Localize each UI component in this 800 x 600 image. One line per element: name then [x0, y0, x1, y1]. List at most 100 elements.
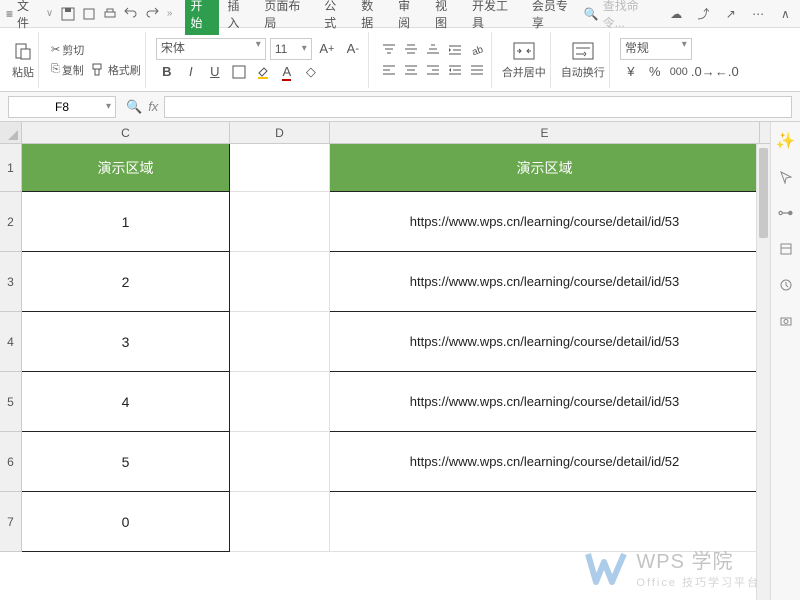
cell[interactable]: 1	[22, 192, 230, 252]
cloud-icon[interactable]: ☁	[668, 5, 685, 23]
cell[interactable]	[230, 192, 330, 252]
column-header-E[interactable]: E	[330, 122, 760, 143]
cell[interactable]: 3	[22, 312, 230, 372]
tab-member[interactable]: 会员专享	[526, 0, 584, 35]
properties-icon[interactable]	[777, 240, 795, 258]
font-size-select[interactable]: 11▾	[270, 38, 312, 60]
cells[interactable]: 演示区域演示区域1https://www.wps.cn/learning/cou…	[22, 144, 770, 552]
row-header[interactable]: 5	[0, 372, 22, 432]
increase-decimal-button[interactable]: .0→	[692, 62, 714, 82]
tab-review[interactable]: 审阅	[392, 0, 427, 35]
cell[interactable]: https://www.wps.cn/learning/course/detai…	[330, 192, 760, 252]
decrease-font-button[interactable]: A-	[342, 39, 364, 59]
cut-button[interactable]: ✂剪切	[49, 41, 141, 59]
cell[interactable]: 演示区域	[330, 144, 760, 192]
font-name-select[interactable]: 宋体▾	[156, 38, 266, 60]
tab-start[interactable]: 开始	[185, 0, 220, 35]
zoom-icon[interactable]: 🔍	[126, 99, 142, 115]
select-icon[interactable]	[777, 168, 795, 186]
align-middle-button[interactable]	[401, 41, 421, 59]
tab-insert[interactable]: 插入	[221, 0, 256, 35]
wrap-text-button[interactable]: 自动换行	[561, 40, 605, 80]
cell[interactable]	[330, 492, 760, 552]
align-left-button[interactable]	[379, 61, 399, 79]
row-header[interactable]: 6	[0, 432, 22, 492]
tab-view[interactable]: 视图	[429, 0, 464, 35]
row-header[interactable]: 2	[0, 192, 22, 252]
tab-formula[interactable]: 公式	[318, 0, 353, 35]
backup-icon[interactable]	[777, 276, 795, 294]
align-bottom-button[interactable]	[423, 41, 443, 59]
chevron-down-icon[interactable]: ∨	[44, 8, 55, 19]
column-header-D[interactable]: D	[230, 122, 330, 143]
settings-icon[interactable]: ⊶	[777, 204, 795, 222]
cell[interactable]	[230, 372, 330, 432]
print-icon[interactable]	[102, 5, 119, 23]
cell[interactable]: 演示区域	[22, 144, 230, 192]
increase-font-button[interactable]: A+	[316, 39, 338, 59]
sparkle-icon[interactable]: ✨	[777, 132, 795, 150]
cell[interactable]: 4	[22, 372, 230, 432]
italic-button[interactable]: I	[180, 62, 202, 82]
row-header[interactable]: 3	[0, 252, 22, 312]
command-search[interactable]: 🔍 查找命令...	[584, 0, 658, 31]
camera-icon[interactable]	[777, 312, 795, 330]
file-menu[interactable]: 文件	[17, 0, 40, 31]
border-button[interactable]	[228, 62, 250, 82]
save-icon[interactable]	[59, 5, 76, 23]
tab-data[interactable]: 数据	[355, 0, 390, 35]
row-header[interactable]: 1	[0, 144, 22, 192]
cell[interactable]: https://www.wps.cn/learning/course/detai…	[330, 372, 760, 432]
copy-button[interactable]: ⎘复制	[49, 61, 86, 79]
format-painter-button[interactable]: 格式刷	[90, 62, 141, 78]
cell[interactable]	[230, 144, 330, 192]
scrollbar-thumb[interactable]	[759, 148, 768, 238]
more-icon[interactable]: »	[165, 8, 175, 19]
align-center-button[interactable]	[401, 61, 421, 79]
undo-icon[interactable]	[123, 5, 140, 23]
decrease-decimal-button[interactable]: ←.0	[716, 62, 738, 82]
distribute-button[interactable]	[467, 61, 487, 79]
merge-center-button[interactable]: 合并居中	[502, 40, 546, 80]
share-icon[interactable]: ↗	[722, 5, 739, 23]
decrease-indent-button[interactable]	[445, 61, 465, 79]
cell[interactable]: https://www.wps.cn/learning/course/detai…	[330, 432, 760, 492]
menu-icon[interactable]: ≡	[6, 7, 13, 21]
font-color-button[interactable]: A	[276, 62, 298, 82]
cell[interactable]	[230, 252, 330, 312]
row-header[interactable]: 4	[0, 312, 22, 372]
cell[interactable]	[230, 492, 330, 552]
orientation-button[interactable]: ab	[467, 41, 487, 59]
formula-input[interactable]	[164, 96, 792, 118]
cell[interactable]	[230, 312, 330, 372]
currency-button[interactable]: ¥	[620, 62, 642, 82]
clear-format-button[interactable]: ◇	[300, 62, 322, 82]
fill-color-button[interactable]	[252, 62, 274, 82]
align-top-button[interactable]	[379, 41, 399, 59]
collapse-ribbon-icon[interactable]: ∧	[777, 5, 794, 23]
increase-indent-button[interactable]	[445, 41, 465, 59]
select-all-corner[interactable]	[0, 122, 22, 143]
column-header-C[interactable]: C	[22, 122, 230, 143]
cell[interactable]: 2	[22, 252, 230, 312]
percent-button[interactable]: %	[644, 62, 666, 82]
fx-icon[interactable]: fx	[148, 99, 158, 114]
name-box[interactable]: F8 ▾	[8, 96, 116, 118]
vertical-scrollbar[interactable]	[756, 144, 770, 600]
paste-button[interactable]: 粘贴	[12, 40, 34, 80]
bold-button[interactable]: B	[156, 62, 178, 82]
number-format-select[interactable]: 常规▾	[620, 38, 692, 60]
row-header[interactable]: 7	[0, 492, 22, 552]
cell[interactable]: 5	[22, 432, 230, 492]
tab-dev[interactable]: 开发工具	[466, 0, 524, 35]
print-preview-icon[interactable]	[80, 5, 97, 23]
underline-button[interactable]: U	[204, 62, 226, 82]
cell[interactable]: 0	[22, 492, 230, 552]
align-right-button[interactable]	[423, 61, 443, 79]
share-up-icon[interactable]: ⤴	[695, 5, 712, 23]
cell[interactable]: https://www.wps.cn/learning/course/detai…	[330, 312, 760, 372]
comma-button[interactable]: 000	[668, 62, 690, 82]
tab-layout[interactable]: 页面布局	[258, 0, 316, 35]
cell[interactable]	[230, 432, 330, 492]
redo-icon[interactable]	[144, 5, 161, 23]
